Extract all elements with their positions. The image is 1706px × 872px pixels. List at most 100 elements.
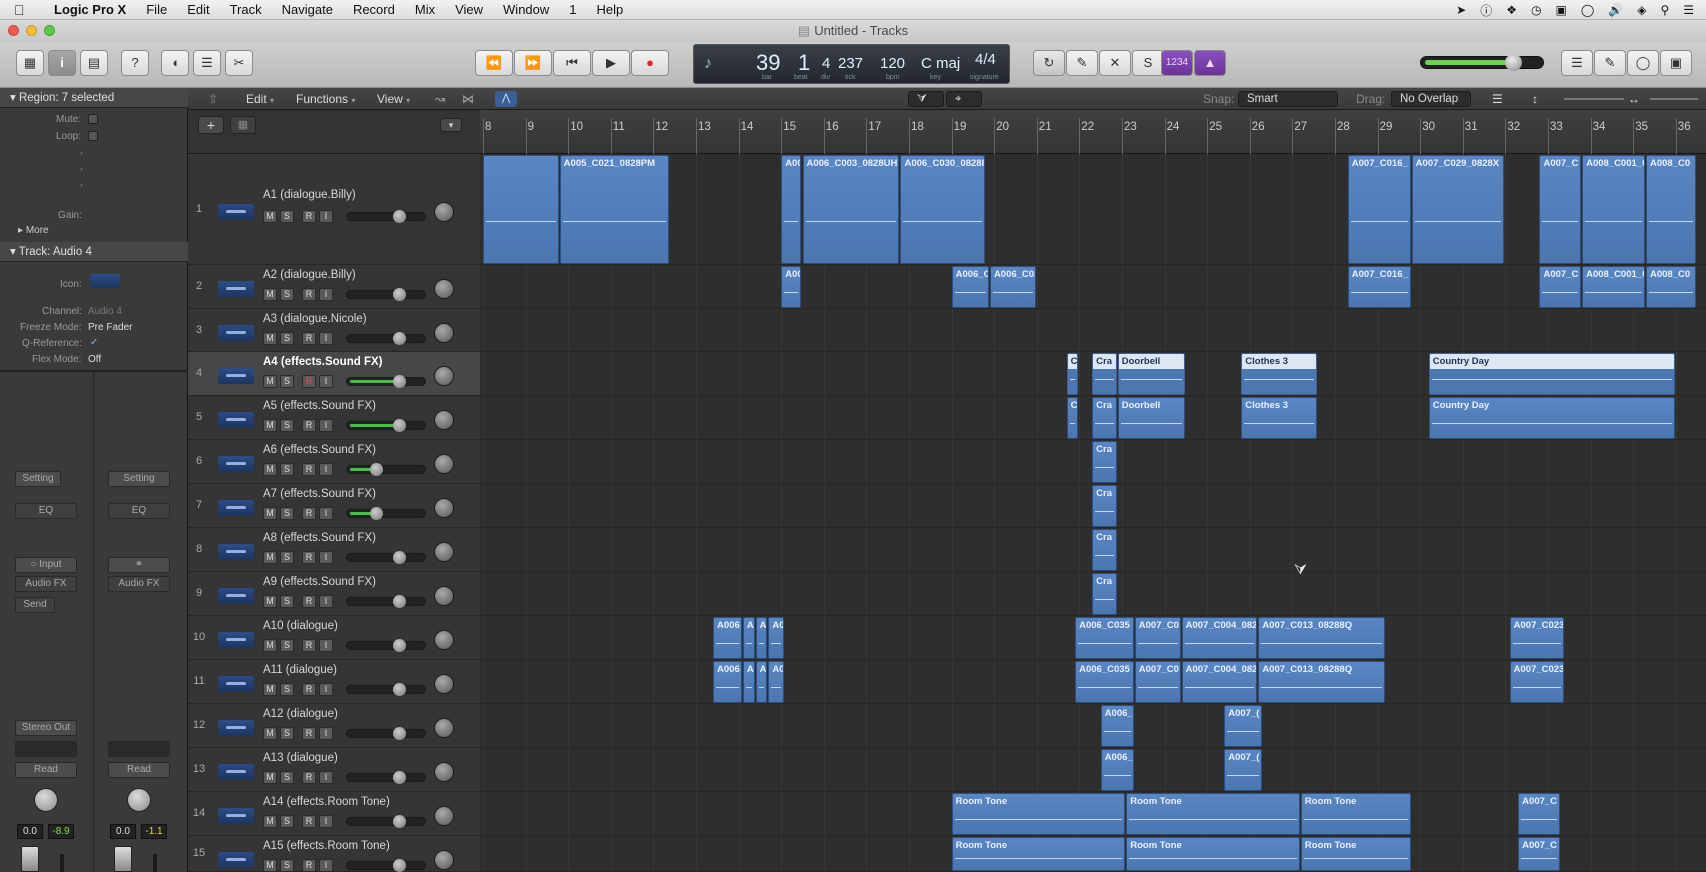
input-monitor-button[interactable]: I: [319, 332, 333, 345]
solo-button[interactable]: S: [280, 771, 294, 784]
fast-forward-button[interactable]: ⏩: [514, 50, 552, 76]
track-lane[interactable]: [480, 704, 1706, 748]
pan-knob[interactable]: [434, 202, 454, 222]
wifi-icon[interactable]: ◈: [1637, 3, 1646, 17]
waveform-zoom-icon[interactable]: ☰: [1492, 92, 1503, 107]
volume-knob[interactable]: [393, 815, 407, 828]
input-monitor-button[interactable]: I: [319, 727, 333, 740]
mute-button[interactable]: M: [263, 815, 277, 828]
volume-slider[interactable]: [346, 375, 426, 388]
record-enable-button[interactable]: R: [302, 551, 316, 564]
audio-region[interactable]: Cra: [1092, 485, 1117, 527]
vertical-zoom-icon[interactable]: ↕: [1532, 92, 1538, 107]
zoom-window-button[interactable]: [44, 25, 55, 36]
volume-knob[interactable]: [393, 419, 407, 432]
notepad-button[interactable]: ✎: [1594, 50, 1626, 76]
clock-icon[interactable]: ◷: [1531, 3, 1541, 17]
strip2-fader[interactable]: [114, 846, 132, 872]
cycle-button[interactable]: ↻: [1033, 50, 1065, 76]
audio-region[interactable]: A006_(: [1100, 705, 1134, 747]
menu-mix[interactable]: Mix: [405, 2, 445, 17]
audio-region[interactable]: Room Tone: [1126, 793, 1300, 835]
record-enable-button[interactable]: R: [302, 771, 316, 784]
track-header-3[interactable]: 3 A3 (dialogue.Nicole) M S R I: [188, 309, 480, 352]
record-enable-button[interactable]: R: [302, 639, 316, 652]
audio-region[interactable]: A007_C0: [1134, 617, 1181, 659]
track-name[interactable]: A3 (dialogue.Nicole): [263, 313, 367, 325]
record-enable-button[interactable]: R: [302, 595, 316, 608]
pan-knob[interactable]: [434, 762, 454, 782]
solo-button[interactable]: S: [280, 595, 294, 608]
freeze-mode-select[interactable]: Pre Fader: [88, 322, 132, 333]
volume-knob[interactable]: [393, 551, 407, 564]
record-enable-button[interactable]: R: [302, 815, 316, 828]
list-editors-button[interactable]: ☰: [1561, 50, 1593, 76]
metronome-button[interactable]: ▲: [1194, 50, 1226, 76]
timeline-ruler[interactable]: 8 9 10 11 12 13 14 15 16 17 18 19 20 21 22 23 24 25 26 27 28…: [480, 110, 1706, 154]
command-tool-select[interactable]: ⌖: [946, 91, 982, 107]
volume-slider[interactable]: [346, 332, 426, 345]
pan-knob[interactable]: [434, 454, 454, 474]
audio-region[interactable]: A(: [755, 661, 768, 703]
add-track-button[interactable]: +: [198, 116, 224, 134]
minimize-window-button[interactable]: [26, 25, 37, 36]
solo-button[interactable]: S: [280, 507, 294, 520]
solo-button[interactable]: S: [280, 332, 294, 345]
strip1-setting-button[interactable]: Setting: [15, 471, 61, 487]
inspector-button[interactable]: i: [48, 50, 76, 76]
record-enable-button[interactable]: R: [302, 727, 316, 740]
track-name[interactable]: A13 (dialogue): [263, 752, 338, 764]
track-header-14[interactable]: 14 A14 (effects.Room Tone) M S R I: [188, 792, 480, 836]
quick-help-button[interactable]: ?: [121, 50, 149, 76]
input-monitor-button[interactable]: I: [319, 463, 333, 476]
spotlight-icon[interactable]: ⚲: [1660, 3, 1669, 17]
track-lane[interactable]: [480, 265, 1706, 309]
audio-region[interactable]: Country Day: [1428, 397, 1675, 439]
audio-region[interactable]: A006_(: [1100, 749, 1134, 791]
arrange-area[interactable]: A005_C021_0828PM A00 A006_C003_0828UH A006_…: [480, 154, 1706, 872]
mute-checkbox[interactable]: [88, 114, 98, 124]
audio-region[interactable]: Clothes 3: [1241, 353, 1317, 395]
volume-slider[interactable]: [346, 815, 426, 828]
volume-knob[interactable]: [393, 639, 407, 652]
menu-view[interactable]: View: [445, 2, 493, 17]
solo-button[interactable]: S: [280, 288, 294, 301]
pan-knob[interactable]: [434, 674, 454, 694]
strip2-link-button[interactable]: ⚭: [108, 557, 170, 573]
strip1-output-button[interactable]: Stereo Out: [15, 720, 77, 736]
master-volume-slider[interactable]: [1420, 54, 1544, 71]
audio-region[interactable]: A006_C035: [1075, 661, 1134, 703]
volume-knob[interactable]: [370, 507, 384, 520]
track-header-6[interactable]: 6 A6 (effects.Sound FX) M S R I: [188, 440, 480, 484]
audio-region[interactable]: [483, 155, 559, 264]
audio-region[interactable]: A007_C023: [1509, 617, 1565, 659]
record-enable-button[interactable]: R: [302, 210, 316, 223]
strip2-pan-knob[interactable]: [127, 788, 151, 812]
audio-region[interactable]: Room Tone: [1300, 837, 1411, 871]
smart-controls-button[interactable]: ◖: [161, 50, 189, 76]
mute-button[interactable]: M: [263, 332, 277, 345]
solo-button[interactable]: S: [280, 463, 294, 476]
mute-button[interactable]: M: [263, 507, 277, 520]
audio-region[interactable]: A007_C016_: [1347, 266, 1411, 308]
pan-knob[interactable]: [434, 718, 454, 738]
solo-button[interactable]: S: [280, 551, 294, 564]
audio-region[interactable]: A007_C004_082: [1181, 617, 1258, 659]
track-header-15[interactable]: 15 A15 (effects.Room Tone) M S R I: [188, 836, 480, 872]
track-header-5[interactable]: 5 A5 (effects.Sound FX) M S R I: [188, 396, 480, 440]
notification-icon[interactable]: ☰: [1683, 3, 1694, 17]
pointer-tool-select[interactable]: ⮛: [908, 91, 944, 107]
strip1-fader[interactable]: [21, 846, 39, 872]
replace-button[interactable]: ✎: [1066, 50, 1098, 76]
snap-select[interactable]: Smart: [1238, 91, 1338, 107]
track-header-10[interactable]: 10 A10 (dialogue) M S R I: [188, 616, 480, 660]
audio-region[interactable]: A008_C001_082: [1582, 266, 1645, 308]
audio-region[interactable]: Cra: [1092, 529, 1117, 571]
audio-region[interactable]: A0: [768, 661, 785, 703]
browsers-button[interactable]: ▣: [1660, 50, 1692, 76]
audio-region[interactable]: A006_C: [951, 266, 989, 308]
audio-region[interactable]: A007_C023: [1509, 661, 1565, 703]
solo-button[interactable]: S: [1132, 50, 1164, 76]
input-monitor-button[interactable]: I: [319, 771, 333, 784]
volume-slider[interactable]: [346, 419, 426, 432]
